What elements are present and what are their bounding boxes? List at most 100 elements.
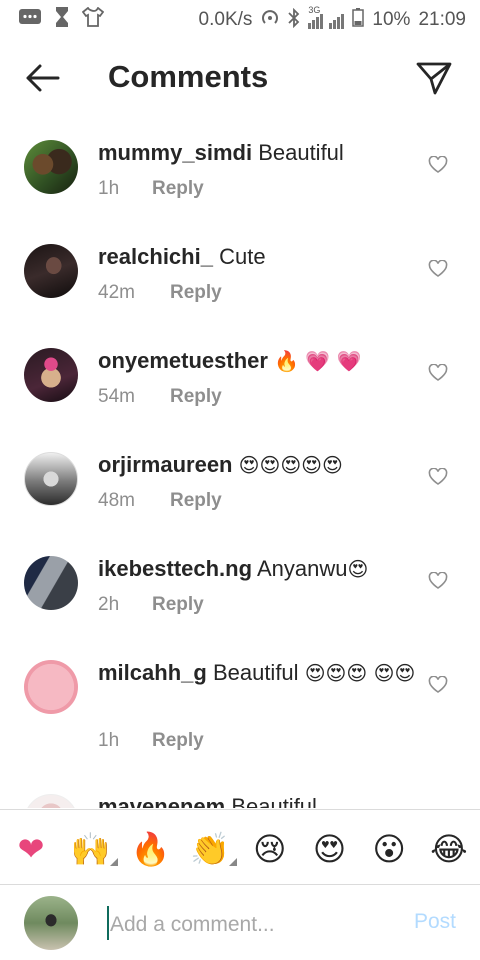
emoji-glyph: 😍 (312, 830, 347, 868)
reply-button[interactable]: Reply (170, 490, 222, 512)
comment-emojis: 😍😍😍😍😍 (238, 453, 343, 477)
comment-text: ikebesttech.ng Anyanwu😍 (98, 553, 420, 585)
comment-emojis: 🔥 💗 💗 (274, 349, 362, 373)
hourglass-icon (54, 6, 70, 33)
like-heart-icon[interactable] (428, 155, 448, 174)
comment-meta: 1h Reply (98, 730, 204, 752)
reply-button[interactable]: Reply (170, 282, 222, 304)
network-type: 3G (308, 5, 321, 15)
divider (0, 809, 480, 810)
comment-emojis: 😍😍😍 😍😍 (304, 661, 416, 685)
username[interactable]: mummy_simdi (98, 140, 252, 165)
emoji-glyph: 🔥 (130, 830, 171, 868)
divider (0, 884, 480, 885)
username[interactable]: milcahh_g (98, 660, 207, 685)
post-button[interactable]: Post (414, 910, 456, 934)
signal-icon: 3G (308, 5, 345, 29)
emoji-glyph: 😂 (430, 830, 468, 868)
comment-body: Beautiful (212, 660, 299, 685)
hotspot-icon (260, 8, 280, 32)
avatar[interactable] (24, 140, 78, 194)
comment-meta: 42m Reply (98, 282, 222, 304)
avatar[interactable] (24, 244, 78, 298)
battery-level: 10% (372, 9, 411, 30)
comment-text: onyemetuesther 🔥 💗 💗 (98, 345, 420, 377)
comment-meta: 48m Reply (98, 490, 222, 512)
emoji-glyph: ❤ (17, 830, 45, 868)
reply-button[interactable]: Reply (152, 178, 204, 200)
comment-item: ikebesttech.ng Anyanwu😍 2h Reply (0, 536, 480, 640)
back-arrow-icon[interactable] (22, 60, 62, 96)
like-heart-icon[interactable] (428, 467, 448, 486)
timestamp: 2h (98, 594, 120, 615)
emoji-heart-button[interactable]: ❤ (10, 828, 52, 870)
username[interactable]: ikebesttech.ng (98, 556, 252, 581)
timestamp: 42m (98, 282, 135, 303)
username[interactable]: onyemetuesther (98, 348, 268, 373)
comment-item: mummy_simdi Beautiful 1h Reply (0, 120, 480, 224)
reply-button[interactable]: Reply (152, 594, 204, 616)
emoji-glyph: 😮 (372, 830, 406, 868)
emoji-laughing-button[interactable]: 😂 (428, 828, 470, 870)
comment-body: Beautiful (231, 794, 317, 808)
battery-icon (352, 7, 365, 33)
avatar[interactable] (24, 794, 78, 808)
emoji-glyph: 👏 (190, 830, 231, 868)
comment-item: orjirmaureen 😍😍😍😍😍 48m Reply (0, 432, 480, 536)
emoji-fire-button[interactable]: 🔥 (129, 828, 171, 870)
comment-body: Beautiful (258, 140, 344, 165)
username[interactable]: realchichi_ (98, 244, 213, 269)
emoji-clap-button[interactable]: 👏 (189, 828, 238, 870)
emoji-crying-button[interactable]: 😢 (249, 828, 291, 870)
comment-text: orjirmaureen 😍😍😍😍😍 (98, 449, 420, 481)
comment-input[interactable] (108, 908, 392, 942)
emoji-surprised-button[interactable]: 😮 (368, 828, 410, 870)
comment-text: milcahh_g Beautiful 😍😍😍 😍😍 (98, 657, 420, 689)
comment-emojis: 😍 (347, 557, 369, 581)
avatar[interactable] (24, 556, 78, 610)
like-heart-icon[interactable] (428, 363, 448, 382)
page-title: Comments (108, 59, 269, 94)
timestamp: 1h (98, 730, 120, 751)
share-direct-icon[interactable] (414, 60, 454, 96)
like-heart-icon[interactable] (428, 675, 448, 694)
timestamp: 48m (98, 490, 135, 511)
comment-text: realchichi_ Cute (98, 241, 420, 273)
like-heart-icon[interactable] (428, 259, 448, 278)
avatar[interactable] (24, 348, 78, 402)
emoji-raised-hands-button[interactable]: 🙌 (70, 828, 118, 870)
comment-list[interactable]: mummy_simdi Beautiful 1h Reply realchich… (0, 120, 480, 808)
timestamp: 1h (98, 178, 120, 199)
shirt-icon (81, 6, 105, 32)
comment-input-bar: Post (0, 886, 480, 960)
my-avatar (24, 896, 78, 950)
avatar[interactable] (24, 452, 78, 506)
like-heart-icon[interactable] (428, 571, 448, 590)
reply-button[interactable]: Reply (170, 386, 222, 408)
clock: 21:09 (418, 9, 466, 30)
message-icon (18, 7, 42, 32)
reply-button[interactable]: Reply (152, 730, 204, 752)
username[interactable]: orjirmaureen (98, 452, 233, 477)
comment-meta: 2h Reply (98, 594, 204, 616)
bluetooth-icon (288, 7, 300, 32)
avatar[interactable] (24, 660, 78, 714)
comment-item: realchichi_ Cute 42m Reply (0, 224, 480, 328)
quick-emoji-bar: ❤ 🙌 🔥 👏 😢 😍 😮 😂 (0, 818, 480, 880)
comment-meta: 54m Reply (98, 386, 222, 408)
comment-item: milcahh_g Beautiful 😍😍😍 😍😍 1h Reply (0, 640, 480, 774)
emoji-heart-eyes-button[interactable]: 😍 (309, 828, 351, 870)
header: Comments (0, 42, 480, 118)
comment-item: onyemetuesther 🔥 💗 💗 54m Reply (0, 328, 480, 432)
comment-body: Cute (219, 244, 266, 269)
comment-text: mummy_simdi Beautiful (98, 137, 420, 169)
status-bar: 0.0K/s 3G 10% 21:09 (0, 0, 480, 38)
comment-item: mavenenem Beautiful (0, 774, 480, 808)
timestamp: 54m (98, 386, 135, 407)
network-speed: 0.0K/s (198, 9, 253, 30)
comment-body: Anyanwu (256, 556, 348, 581)
comment-text: mavenenem Beautiful (98, 791, 420, 808)
emoji-glyph: 😢 (253, 830, 287, 868)
emoji-glyph: 🙌 (70, 830, 111, 868)
username[interactable]: mavenenem (98, 794, 225, 808)
